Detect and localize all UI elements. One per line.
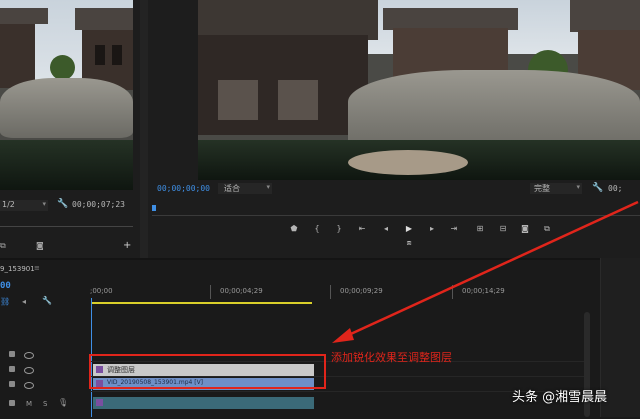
add-button-icon[interactable]: +: [123, 240, 131, 251]
source-scale-value: 1/2: [2, 200, 15, 209]
track-target-icon[interactable]: [9, 351, 15, 357]
wrench-icon[interactable]: 🔧: [57, 199, 68, 209]
mic-icon[interactable]: 🎙: [58, 398, 68, 407]
ruler-label: 00;00;04;29: [220, 287, 263, 295]
chevron-down-icon: ▾: [266, 183, 270, 191]
track-target-icon[interactable]: [9, 366, 15, 372]
program-wrench-icon[interactable]: 🔧: [592, 183, 603, 193]
solo-toggle[interactable]: S: [43, 400, 47, 408]
highlight-box: [89, 354, 326, 389]
panel-divider: [140, 0, 148, 258]
snap-icon[interactable]: ⛓: [0, 297, 10, 306]
source-lift-icon[interactable]: ⧉: [0, 241, 6, 251]
track-target-icon[interactable]: [9, 400, 15, 406]
timeline-timecode: 00: [0, 281, 11, 291]
mute-toggle[interactable]: M: [26, 400, 32, 408]
eye-icon[interactable]: [24, 367, 34, 374]
menu-icon[interactable]: ≡: [34, 264, 40, 272]
source-timecode: 00;00;07;23: [72, 200, 125, 209]
linked-icon[interactable]: ◂: [22, 297, 26, 306]
program-monitor-frame: [198, 0, 640, 180]
source-scale-select[interactable]: 1/2 ▾: [0, 200, 48, 211]
fx-badge-icon: [96, 399, 103, 406]
watermark-prefix: 头条: [512, 390, 539, 405]
timeline-wrench-icon[interactable]: 🔧: [42, 296, 52, 305]
chevron-down-icon: ▾: [576, 183, 580, 191]
ruler-label: ;00;00: [90, 287, 113, 295]
source-monitor-frame: [0, 0, 133, 190]
work-area-bar[interactable]: [92, 302, 312, 304]
watermark: 头条 @湘雪晨晨: [512, 386, 607, 405]
fit-select[interactable]: 适合 ▾: [218, 183, 272, 194]
fit-select-value: 适合: [224, 184, 240, 193]
track-target-icon[interactable]: [9, 381, 15, 387]
playhead-marker[interactable]: [152, 205, 156, 211]
annotation-text: 添加锐化效果至调整图层: [331, 351, 452, 364]
chevron-down-icon: ▾: [42, 200, 46, 208]
stone-platform: [348, 150, 468, 175]
source-camera-icon[interactable]: ◙: [36, 241, 44, 250]
sequence-tab[interactable]: 9_153901: [0, 265, 35, 273]
audio-clip[interactable]: [93, 397, 314, 409]
eye-icon[interactable]: [24, 352, 34, 359]
eye-icon[interactable]: [24, 382, 34, 389]
quality-select[interactable]: 完整 ▾: [530, 183, 582, 194]
program-timecode: 00;00;00;00: [157, 184, 210, 193]
source-mini-ruler: [0, 218, 133, 227]
marker-icon[interactable]: ⬟: [288, 224, 300, 234]
program-duration: 00;: [608, 184, 623, 193]
watermark-handle: @湘雪晨晨: [542, 390, 608, 405]
annotation-arrow: [332, 200, 639, 343]
quality-select-value: 完整: [534, 184, 550, 193]
